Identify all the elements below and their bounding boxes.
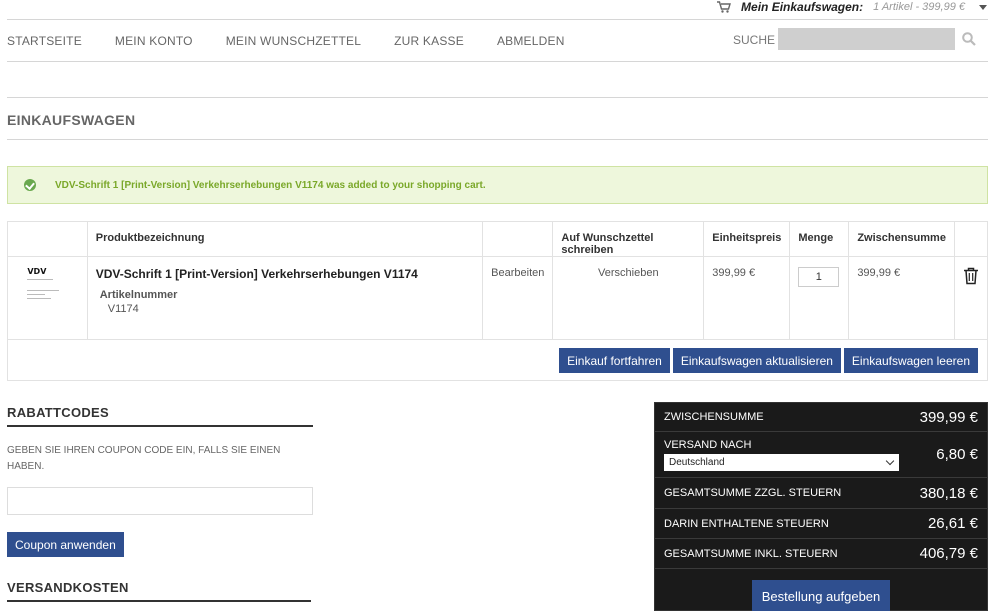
move-to-wishlist-link[interactable]: Verschieben xyxy=(598,267,659,279)
sku-label: Artikelnummer xyxy=(99,289,178,301)
apply-coupon-button[interactable]: Coupon anwenden xyxy=(7,532,124,557)
tax-value: 26,61 € xyxy=(927,515,978,532)
success-check-icon xyxy=(24,179,36,191)
table-row: VDV VDV-Schrift 1 [Print-Version] Verkeh… xyxy=(8,256,987,340)
chevron-down-icon[interactable] xyxy=(979,4,987,10)
qty-cell xyxy=(789,256,850,340)
page-title: EINKAUFSWAGEN xyxy=(7,112,136,128)
nav-mein-konto[interactable]: MEIN KONTO xyxy=(115,34,193,48)
subtotal-value: 399,99 € xyxy=(919,408,978,426)
product-image-cell: VDV xyxy=(8,256,88,340)
coupon-description: GEBEN SIE IHREN COUPON CODE EIN, FALLS S… xyxy=(7,445,281,472)
shipping-country-select[interactable]: Deutschland xyxy=(664,453,899,471)
product-thumbnail-logo: VDV xyxy=(27,267,47,276)
col-product-name: Produktbezeichnung xyxy=(87,222,484,257)
shipping-heading: VERSANDKOSTEN xyxy=(7,580,311,602)
nav-mein-wunschzettel[interactable]: MEIN WUNSCHZETTEL xyxy=(226,34,361,48)
shipping-country-value: Deutschland xyxy=(669,456,725,468)
grand-total-excl-label: GESAMTSUMME ZZGL. STEUERN xyxy=(664,487,842,499)
minicart-summary: 1 Artikel - 399,99 € xyxy=(873,1,965,13)
cart-table: Produktbezeichnung Auf Wunschzettel schr… xyxy=(7,221,988,381)
product-thumbnail[interactable]: VDV xyxy=(27,267,67,327)
update-cart-button[interactable]: Einkaufswagen aktualisieren xyxy=(672,348,841,373)
col-remove xyxy=(954,222,987,257)
shipping-destination: VERSAND NACH Deutschland xyxy=(664,439,899,471)
unit-price-cell: 399,99 € xyxy=(703,256,791,340)
search-icon[interactable] xyxy=(962,32,976,46)
grand-total-incl-label: GESAMTSUMME INKL. STEUERN xyxy=(664,547,838,560)
totals-shipping-row: VERSAND NACH Deutschland 6,80 € xyxy=(655,432,987,478)
quantity-input[interactable] xyxy=(798,267,840,287)
success-message: VDV-Schrift 1 [Print-Version] Verkehrser… xyxy=(7,166,988,204)
nav-abmelden[interactable]: ABMELDEN xyxy=(497,34,565,48)
shipping-value: 6,80 € xyxy=(936,446,978,463)
search-input[interactable] xyxy=(778,28,955,50)
col-qty: Menge xyxy=(789,222,850,257)
search-label: SUCHE xyxy=(733,33,776,47)
edit-cell: Bearbeiten xyxy=(482,256,554,340)
row-subtotal: 399,99 € xyxy=(857,267,901,279)
col-wishlist: Auf Wunschzettel schreiben xyxy=(552,222,705,257)
col-unit-price: Einheitspreis xyxy=(703,222,791,257)
sku-value: V1174 xyxy=(107,303,139,315)
remove-cell xyxy=(954,256,987,340)
col-edit xyxy=(482,222,554,257)
totals-grand-excl-row: GESAMTSUMME ZZGL. STEUERN 380,18 € xyxy=(655,478,987,509)
minicart[interactable]: Mein Einkaufswagen: 1 Artikel - 399,99 € xyxy=(717,0,987,14)
place-order-button[interactable]: Bestellung aufgeben xyxy=(752,580,890,611)
totals-subtotal-row: ZWISCHENSUMME 399,99 € xyxy=(655,403,987,432)
tax-label: DARIN ENTHALTENE STEUERN xyxy=(664,517,829,530)
nav-startseite[interactable]: STARTSEITE xyxy=(7,34,82,48)
shipping-label: VERSAND NACH xyxy=(664,438,752,451)
nav-zur-kasse[interactable]: ZUR KASSE xyxy=(394,34,464,48)
totals-tax-row: DARIN ENTHALTENE STEUERN 26,61 € xyxy=(655,509,987,539)
coupon-heading: RABATTCODES xyxy=(7,405,313,427)
clear-cart-button[interactable]: Einkaufswagen leeren xyxy=(843,348,978,373)
coupon-code-input[interactable] xyxy=(7,487,313,515)
cart-totals: ZWISCHENSUMME 399,99 € VERSAND NACH Deut… xyxy=(654,402,988,611)
subtotal-label: ZWISCHENSUMME xyxy=(664,411,764,423)
edit-link[interactable]: Bearbeiten xyxy=(491,267,544,279)
subtotal-cell: 399,99 € xyxy=(848,256,955,340)
product-name-link[interactable]: VDV-Schrift 1 [Print-Version] Verkehrser… xyxy=(96,267,474,281)
main-navigation: STARTSEITE MEIN KONTO MEIN WUNSCHZETTEL … xyxy=(7,19,988,62)
unit-price: 399,99 € xyxy=(712,267,756,279)
chevron-down-icon xyxy=(885,456,895,465)
wishlist-cell: Verschieben xyxy=(552,256,705,340)
cart-actions: Einkauf fortfahren Einkaufswagen aktuali… xyxy=(559,348,978,373)
col-subtotal: Zwischensumme xyxy=(848,222,955,257)
continue-shopping-button[interactable]: Einkauf fortfahren xyxy=(559,348,670,373)
grand-total-excl-value: 380,18 € xyxy=(919,484,978,502)
shopping-cart-icon xyxy=(717,1,731,13)
page-title-bar: EINKAUFSWAGEN xyxy=(7,97,988,140)
totals-grand-incl-row: GESAMTSUMME INKL. STEUERN 406,79 € xyxy=(655,539,987,569)
col-image xyxy=(8,222,88,257)
product-info-cell: VDV-Schrift 1 [Print-Version] Verkehrser… xyxy=(87,256,484,340)
minicart-label: Mein Einkaufswagen: xyxy=(741,0,864,14)
success-message-text: VDV-Schrift 1 [Print-Version] Verkehrser… xyxy=(55,179,486,191)
grand-total-incl-value: 406,79 € xyxy=(919,545,978,562)
trash-icon[interactable] xyxy=(963,267,979,285)
